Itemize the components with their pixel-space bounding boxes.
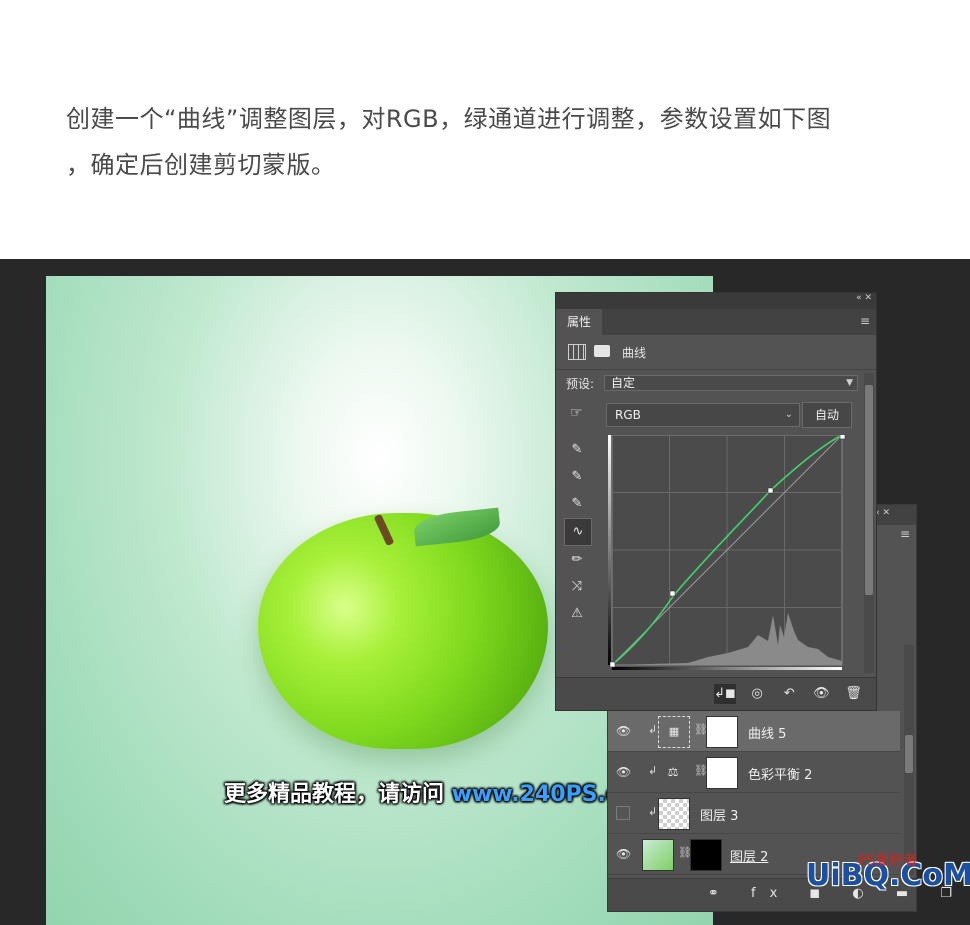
- curve-point[interactable]: [767, 487, 774, 494]
- preset-dropdown[interactable]: 自定 ▼: [604, 375, 858, 391]
- adjustment-label: 曲线: [622, 346, 647, 360]
- curves-adjustment-icon: ▦: [658, 716, 690, 748]
- curve-tools: ✎ ✎ ✎ ∿ ✏ ⤨ ⚠: [564, 437, 592, 628]
- layers-menu-icon[interactable]: ≡: [900, 527, 910, 541]
- apple-image: [258, 513, 548, 749]
- layer-mask-thumb[interactable]: [690, 839, 722, 871]
- layer-name: 曲线 5: [748, 727, 787, 742]
- view-previous-icon[interactable]: ◎: [746, 684, 768, 704]
- eyedropper-black-icon[interactable]: ✎: [564, 437, 590, 463]
- layer-row-curves[interactable]: 👁 ↲ ▦ ⛓ 曲线 5: [608, 711, 900, 752]
- layer-name: 图层 3: [700, 809, 739, 824]
- site-watermark: 更多精品教程，请访问 www.240PS.com: [224, 776, 657, 808]
- pencil-icon[interactable]: ✏: [564, 547, 590, 573]
- properties-titlebar: « ✕: [556, 293, 876, 309]
- visibility-icon[interactable]: 👁: [810, 684, 832, 704]
- eyedropper-gray-icon[interactable]: ✎: [564, 464, 590, 490]
- balance-scale-icon: ⚖: [658, 757, 688, 787]
- layer-mask-thumb[interactable]: [706, 757, 738, 789]
- properties-scrollbar[interactable]: [864, 373, 874, 673]
- properties-window-controls[interactable]: « ✕: [856, 293, 872, 303]
- clip-arrow-icon: ↲: [648, 723, 658, 736]
- transparent-layer-thumb[interactable]: [658, 798, 690, 830]
- curve-point[interactable]: [839, 435, 846, 440]
- curve-point[interactable]: [669, 590, 676, 597]
- properties-panel: « ✕ 属性 ≡ 曲线 预设: 自定 ▼ ☞ RGB ⌄ 自动 ✎ ✎ ✎ ∿ …: [555, 292, 877, 711]
- curve-point-tool-icon[interactable]: ∿: [564, 518, 592, 546]
- scroll-thumb[interactable]: [865, 385, 873, 595]
- properties-footer: ↲◼ ◎ ↶ 👁 🗑: [556, 677, 876, 710]
- on-image-adjust-icon[interactable]: ☞: [570, 405, 583, 421]
- chevron-down-icon: ⌄: [784, 409, 793, 420]
- mask-icon[interactable]: [594, 345, 610, 357]
- smooth-curve-icon[interactable]: ⤨: [564, 574, 590, 600]
- preset-label: 预设:: [566, 377, 595, 391]
- intro-text: 创建一个“曲线”调整图层，对RGB，绿通道进行调整，参数设置如下图 ，确定后创建…: [66, 96, 916, 188]
- layer-name: 色彩平衡 2: [748, 768, 813, 783]
- visibility-eye-icon[interactable]: 👁: [616, 847, 631, 861]
- clipping-warning-icon[interactable]: ⚠: [564, 601, 590, 627]
- curves-graph[interactable]: [608, 435, 846, 671]
- apple-layer-thumb[interactable]: [642, 839, 674, 871]
- layer-row-color-balance[interactable]: 👁 ↲ ⚖ ⛓ 色彩平衡 2: [608, 752, 900, 793]
- visibility-eye-icon[interactable]: 👁: [616, 724, 631, 738]
- screenshot-area: 更多精品教程，请访问 www.240PS.com « ✕ ≡ 👁 ↲ ▦ ⛓ 曲…: [0, 259, 970, 925]
- intro-line-1: 创建一个“曲线”调整图层，对RGB，绿通道进行调整，参数设置如下图: [66, 105, 832, 133]
- layer-name: 图层 2: [730, 850, 769, 865]
- site-logo: UiBQ.CoM PS爱好者: [806, 853, 970, 893]
- eyedropper-white-icon[interactable]: ✎: [564, 491, 590, 517]
- clip-arrow-icon: ↲: [648, 764, 658, 777]
- clip-to-layer-icon[interactable]: ↲◼: [714, 684, 736, 704]
- delete-icon[interactable]: 🗑: [843, 684, 865, 704]
- layer-row-layer3[interactable]: ↲ 图层 3: [608, 793, 900, 834]
- visibility-toggle-empty[interactable]: [616, 806, 630, 820]
- logo-tag: PS爱好者: [858, 853, 918, 869]
- layer-mask-thumb[interactable]: [706, 716, 738, 748]
- layers-scrollbar[interactable]: [904, 645, 914, 875]
- properties-tabbar: 属性 ≡: [556, 309, 876, 335]
- visibility-eye-icon[interactable]: 👁: [616, 765, 631, 779]
- reset-icon[interactable]: ↶: [778, 684, 800, 704]
- properties-menu-icon[interactable]: ≡: [860, 314, 870, 328]
- curves-grid-icon[interactable]: [568, 344, 586, 360]
- properties-header: 曲线: [556, 335, 876, 370]
- tab-properties[interactable]: 属性: [556, 309, 602, 335]
- channel-dropdown[interactable]: RGB ⌄: [606, 403, 800, 427]
- curve-point[interactable]: [609, 661, 616, 668]
- preset-value: 自定: [611, 376, 636, 390]
- channel-value: RGB: [615, 408, 641, 422]
- watermark-text: 更多精品教程，请访问: [224, 782, 452, 807]
- chevron-down-icon: ▼: [846, 378, 853, 388]
- scroll-thumb[interactable]: [905, 735, 913, 773]
- auto-button[interactable]: 自动: [802, 402, 852, 428]
- clip-arrow-icon: ↲: [648, 805, 658, 818]
- intro-line-2: ，确定后创建剪切蒙版。: [66, 151, 336, 179]
